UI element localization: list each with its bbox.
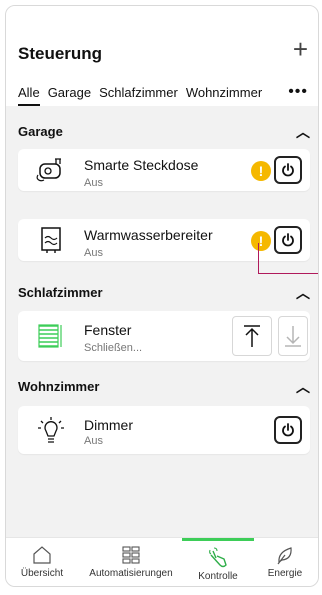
tab-garage[interactable]: Garage — [48, 85, 91, 100]
top-bar: Steuerung + Alle Garage Schlafzimmer Woh… — [6, 6, 318, 106]
device-name: Warmwasserbereiter — [84, 227, 213, 243]
device-status: Aus — [84, 435, 103, 447]
nav-label: Energie — [267, 568, 303, 579]
arrow-down-icon — [285, 326, 301, 347]
hand-tap-icon — [209, 547, 227, 568]
section-header-schlafzimmer[interactable]: Schlafzimmer ︿ — [18, 285, 310, 305]
nav-kontrolle[interactable]: Kontrolle — [182, 538, 254, 586]
device-name: Fenster — [84, 322, 132, 338]
nav-label: Übersicht — [20, 568, 64, 579]
water-heater-icon — [41, 227, 61, 253]
section-header-garage[interactable]: Garage ︿ — [18, 124, 310, 144]
grid-icon — [122, 546, 140, 564]
chevron-up-icon[interactable]: ︿ — [296, 377, 310, 397]
nav-automatisierungen[interactable]: Automatisierungen — [88, 538, 174, 586]
shutter-down-button[interactable] — [278, 316, 308, 356]
section-title: Wohnzimmer — [18, 379, 100, 394]
power-icon — [282, 163, 294, 177]
section-title: Schlafzimmer — [18, 285, 103, 300]
device-status: Aus — [84, 247, 103, 259]
tab-wohnzimmer[interactable]: Wohnzimmer — [186, 85, 262, 100]
app-frame: Steuerung + Alle Garage Schlafzimmer Woh… — [5, 5, 319, 587]
nav-energie[interactable]: Energie — [252, 538, 318, 586]
device-name: Dimmer — [84, 417, 133, 433]
shutter-up-button[interactable] — [232, 316, 272, 356]
dimmer-icon — [38, 417, 64, 443]
device-status: Schließen... — [84, 342, 143, 354]
callout-line — [258, 243, 318, 274]
smart-plug-icon — [36, 158, 61, 182]
device-card-dimmer[interactable]: Dimmer Aus — [18, 406, 310, 454]
section-header-wohnzimmer[interactable]: Wohnzimmer ︿ — [18, 379, 310, 399]
power-toggle-button[interactable] — [274, 416, 302, 444]
tab-schlafzimmer[interactable]: Schlafzimmer — [99, 85, 178, 100]
tab-alle[interactable]: Alle — [18, 85, 40, 106]
room-tabs: Alle Garage Schlafzimmer Wohnzimmer — [18, 85, 262, 106]
more-dots-icon[interactable]: ••• — [288, 83, 308, 101]
bottom-nav: Übersicht Automatisierungen Kontrolle En… — [6, 537, 318, 586]
chevron-up-icon[interactable]: ︿ — [296, 122, 310, 142]
device-status: Aus — [84, 177, 103, 189]
leaf-icon — [277, 547, 292, 565]
page-title: Steuerung — [18, 44, 103, 63]
device-card-smart-plug[interactable]: Smarte Steckdose Aus ! — [18, 149, 310, 191]
add-plus-icon[interactable]: + — [293, 36, 308, 62]
arrow-up-icon — [244, 325, 260, 347]
section-title: Garage — [18, 124, 63, 139]
power-toggle-button[interactable] — [274, 156, 302, 184]
nav-label: Kontrolle — [198, 571, 238, 582]
device-card-shutter[interactable]: Fenster Schließen... — [18, 311, 310, 361]
chevron-up-icon[interactable]: ︿ — [296, 283, 310, 303]
nav-label: Automatisierungen — [89, 568, 173, 579]
power-icon — [282, 423, 294, 437]
home-icon — [33, 546, 51, 564]
device-name: Smarte Steckdose — [84, 157, 199, 173]
warning-icon[interactable]: ! — [251, 161, 271, 181]
shutter-icon — [38, 324, 62, 348]
nav-uebersicht[interactable]: Übersicht — [6, 538, 78, 586]
